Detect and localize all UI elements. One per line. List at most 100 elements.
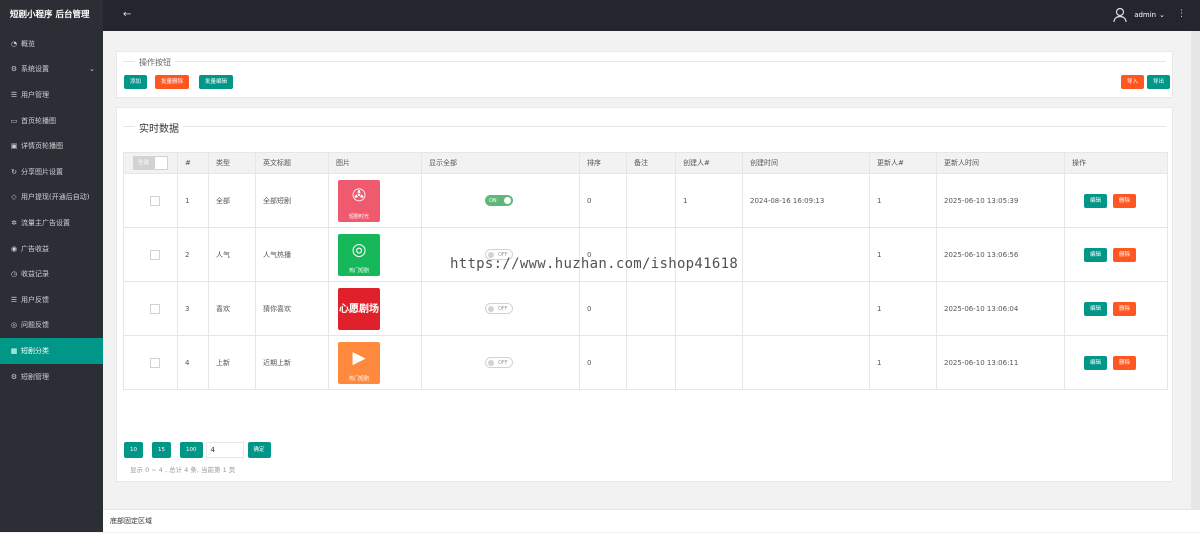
chevron-down-icon: ⌄ — [89, 64, 95, 73]
action-panel: 操作按钮 添加 批量删除 批量编辑 导入 导出 — [116, 51, 1173, 98]
column-header: 类型 — [208, 152, 256, 174]
row-checkbox[interactable] — [150, 195, 160, 206]
cell-created — [742, 281, 870, 336]
clock-icon: ◷ — [10, 270, 18, 279]
cell-creator — [675, 335, 743, 390]
cell-sort: 0 — [579, 281, 627, 336]
delete-button[interactable]: 删除 — [1113, 247, 1137, 262]
sidebar-item-drama-management[interactable]: ⚙ 短剧管理 — [0, 364, 103, 390]
edit-button[interactable]: 编辑 — [1084, 247, 1108, 262]
category-thumbnail[interactable]: ✇ 短剧时光 — [338, 179, 380, 222]
sidebar-item-user-feedback[interactable]: ☰ 用户反馈 — [0, 287, 103, 313]
cell-id: 4 — [177, 335, 209, 390]
show-all-switch[interactable]: OFF — [485, 303, 513, 314]
row-checkbox[interactable] — [150, 249, 160, 260]
cell-sort: 0 — [579, 227, 627, 282]
share-icon: ↻ — [11, 167, 17, 176]
confirm-button[interactable]: 确定 — [247, 442, 271, 458]
category-thumbnail[interactable]: ▶ 热门短剧 — [338, 341, 380, 384]
column-header: 图片 — [328, 152, 422, 174]
page-size-100-button[interactable]: 100 — [180, 442, 203, 458]
cell-remark — [626, 281, 676, 336]
category-thumbnail[interactable]: 心愿剧场 — [338, 287, 380, 330]
user-icon: ☰ — [10, 90, 18, 99]
delete-button[interactable]: 删除 — [1113, 301, 1137, 316]
data-panel: 实时数据 全选 # 类型 英文标题 图片 显示全部 排序 备注 创建人# 创建时… — [116, 107, 1173, 482]
column-header: 备注 — [626, 152, 676, 174]
action-fieldset: 操作按钮 — [123, 57, 1166, 68]
cell-updated: 2025-06-10 13:06:11 — [936, 335, 1065, 390]
circle-icon: ◉ — [10, 244, 18, 253]
user-avatar-icon — [1113, 7, 1127, 23]
show-all-switch[interactable]: OFF — [485, 357, 513, 368]
import-button[interactable]: 导入 — [1121, 75, 1145, 89]
category-thumbnail[interactable]: ◎ 热门短剧 — [338, 233, 380, 276]
sidebar-item-home-carousel[interactable]: ▭ 首页轮播图 — [0, 108, 103, 134]
pagination-info: 显示 0 ~ 4 , 总计 4 条, 当前第 1 页 — [130, 466, 236, 474]
show-all-switch[interactable]: ON — [485, 195, 513, 206]
dashboard-icon: ◔ — [10, 39, 18, 48]
scrollbar[interactable] — [1191, 31, 1200, 509]
column-header: 显示全部 — [421, 152, 580, 174]
cell-creator — [675, 281, 743, 336]
back-arrow-icon[interactable]: ← — [123, 9, 131, 20]
cell-updated: 2025-06-10 13:05:39 — [936, 173, 1065, 228]
more-vertical-icon[interactable]: ⋮ — [1177, 9, 1186, 19]
sidebar-item-overview[interactable]: ◔ 概览 — [0, 31, 103, 57]
edit-button[interactable]: 编辑 — [1084, 193, 1108, 208]
sidebar-item-system-settings[interactable]: ⚙ 系统设置 ⌄ — [0, 57, 103, 83]
sidebar-item-ad-settings[interactable]: ✲ 流量主广告设置 — [0, 210, 103, 236]
select-all-toggle[interactable]: 全选 — [133, 156, 177, 170]
batch-delete-button[interactable]: 批量删除 — [155, 75, 190, 89]
image-icon: ▣ — [10, 142, 18, 151]
cell-type: 喜欢 — [208, 281, 256, 336]
export-button[interactable]: 导出 — [1147, 75, 1171, 89]
cell-title: 人气热播 — [255, 227, 329, 282]
column-header: 创建人# — [675, 152, 743, 174]
sidebar-item-issue-feedback[interactable]: ◎ 问题反馈 — [0, 313, 103, 339]
sidebar-nav: ◔ 概览 ⚙ 系统设置 ⌄ ☰ 用户管理 ▭ 首页轮播图 ▣ 详情页轮播图 ↻ 分享图片设置 … — [0, 31, 103, 389]
cell-remark — [626, 173, 676, 228]
footer: 底部固定区域 — [103, 509, 1200, 532]
shield-icon: ◇ — [11, 193, 17, 202]
cell-type: 上新 — [208, 335, 256, 390]
top-bar: ← admin ⌄ ⋮ — [103, 0, 1200, 31]
sidebar-item-ad-revenue[interactable]: ◉ 广告收益 — [0, 236, 103, 262]
cell-sort: 0 — [579, 335, 627, 390]
sidebar-item-withdrawal[interactable]: ◇ 用户提现(开通后自动) — [0, 185, 103, 211]
edit-button[interactable]: 编辑 — [1084, 301, 1108, 316]
delete-button[interactable]: 删除 — [1113, 193, 1137, 208]
sidebar: 短剧小程序 后台管理 ◔ 概览 ⚙ 系统设置 ⌄ ☰ 用户管理 ▭ 首页轮播图 ▣ 详情页轮… — [0, 0, 103, 532]
add-button[interactable]: 添加 — [124, 75, 148, 89]
data-legend: 实时数据 — [135, 120, 183, 135]
cell-sort: 0 — [579, 173, 627, 228]
swirl-icon: ◎ — [351, 239, 367, 260]
row-checkbox[interactable] — [150, 303, 160, 314]
cell-title: 近期上新 — [255, 335, 329, 390]
batch-edit-button[interactable]: 批量编辑 — [199, 75, 234, 89]
cell-created — [742, 335, 870, 390]
sidebar-item-drama-category[interactable]: ▦ 短剧分类 — [0, 338, 103, 364]
page-size-input[interactable]: 4 — [205, 442, 244, 458]
edit-button[interactable]: 编辑 — [1084, 355, 1108, 370]
table-row: 1 全部 全部短剧 ✇ 短剧时光 ON 0 1 2024-08-16 16:09:… — [123, 173, 1168, 228]
column-header: 更新人# — [869, 152, 937, 174]
page-size-10-button[interactable]: 10 — [124, 442, 143, 458]
cell-id: 1 — [177, 173, 209, 228]
delete-button[interactable]: 删除 — [1113, 355, 1137, 370]
sidebar-item-detail-carousel[interactable]: ▣ 详情页轮播图 — [0, 133, 103, 159]
cell-remark — [626, 227, 676, 282]
row-checkbox[interactable] — [150, 357, 160, 368]
user-menu[interactable]: admin ⌄ — [1113, 7, 1165, 23]
page-size-15-button[interactable]: 15 — [152, 442, 171, 458]
sidebar-item-share-image[interactable]: ↻ 分享图片设置 — [0, 159, 103, 185]
list-icon: ☰ — [10, 295, 18, 304]
sidebar-item-user-management[interactable]: ☰ 用户管理 — [0, 82, 103, 108]
sidebar-item-revenue-records[interactable]: ◷ 收益记录 — [0, 261, 103, 287]
action-legend: 操作按钮 — [135, 57, 175, 68]
watermark-text: https://www.huzhan.com/ishop41618 — [450, 256, 739, 272]
cell-updater: 1 — [869, 281, 937, 336]
cell-updated: 2025-06-10 13:06:56 — [936, 227, 1065, 282]
play-icon: ▶ — [352, 347, 366, 368]
cell-id: 2 — [177, 227, 209, 282]
